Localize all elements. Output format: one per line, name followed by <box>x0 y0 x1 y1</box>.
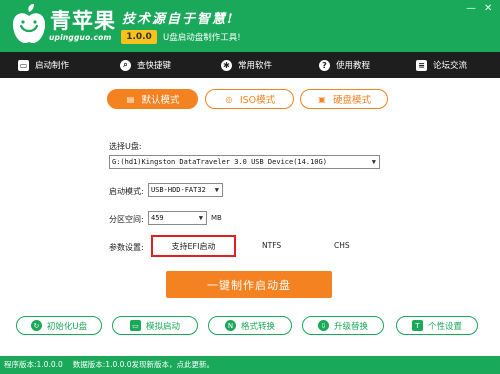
close-button[interactable]: ✕ <box>484 4 492 14</box>
init-usb-button[interactable]: ↻ 初始化U盘 <box>16 316 102 335</box>
apple-logo-icon <box>12 4 46 44</box>
upgrade-replace-button[interactable]: ⇩ 升级替换 <box>302 316 384 335</box>
personalize-button[interactable]: T 个性设置 <box>396 316 478 335</box>
tab-iso-mode[interactable]: ◎ ISO模式 <box>205 89 294 109</box>
data-version: 数据版本:1.0.0.0 <box>72 360 132 369</box>
tool-label: 个性设置 <box>427 321 462 332</box>
shirt-icon: T <box>411 320 423 331</box>
make-boot-disk-button[interactable]: 一键制作启动盘 <box>166 271 332 298</box>
tab-label: 硬盘模式 <box>332 95 371 106</box>
gear-icon: ✱ <box>221 59 232 71</box>
partition-size-select[interactable]: 459 ▼ <box>148 211 207 225</box>
ntfs-option[interactable]: NTFS <box>262 241 281 250</box>
disk-select-value: G:(hd1)Kingston DataTraveler 3.0 USB Dev… <box>112 158 327 166</box>
tool-label: 升级替换 <box>333 321 368 332</box>
tool-label: 模拟启动 <box>145 321 180 332</box>
app-header: 青苹果 upingguo.com 技术源自于智慧! 1.0.0 U盘启动盘制作工… <box>0 0 500 52</box>
disk-select[interactable]: G:(hd1)Kingston DataTraveler 3.0 USB Dev… <box>109 155 380 169</box>
refresh-icon: ↻ <box>30 320 42 331</box>
params-label: 参数设置: <box>109 243 144 252</box>
tab-harddisk-mode[interactable]: ▣ 硬盘模式 <box>300 89 388 109</box>
efi-support-option[interactable]: 支持EFI启动 <box>151 235 236 257</box>
slogan: 技术源自于智慧! <box>122 12 235 27</box>
efi-option-label: 支持EFI启动 <box>171 241 216 251</box>
nav-item-label: 查快捷键 <box>137 61 172 71</box>
boot-mode-label: 启动模式: <box>109 187 144 196</box>
nav-item-boot-make[interactable]: ▭ 启动制作 <box>18 52 69 78</box>
chevron-down-icon: ▼ <box>371 158 376 166</box>
harddisk-icon: ▣ <box>318 94 326 104</box>
tab-label: 默认模式 <box>141 95 180 106</box>
partition-size-value: 459 <box>151 214 164 222</box>
usb-icon: ▤ <box>126 94 135 104</box>
brand-domain: upingguo.com <box>49 33 112 42</box>
partition-label: 分区空间: <box>109 215 144 224</box>
minimize-button[interactable]: — <box>466 4 476 14</box>
chs-option[interactable]: CHS <box>334 241 350 250</box>
boot-mode-value: USB-HDD-FAT32 <box>151 186 206 194</box>
program-version: 程序版本:1.0.0.0 <box>4 360 63 369</box>
boot-mode-select[interactable]: USB-HDD-FAT32 ▼ <box>148 183 223 197</box>
nav-item-label: 使用教程 <box>336 61 371 71</box>
chevron-down-icon: ▼ <box>214 186 219 194</box>
convert-icon: N <box>224 320 236 331</box>
help-icon: ? <box>319 59 330 71</box>
disc-icon: ◎ <box>225 94 233 104</box>
format-convert-button[interactable]: N 格式转换 <box>208 316 292 335</box>
nav-item-tutorial[interactable]: ? 使用教程 <box>319 52 370 78</box>
tab-default-mode[interactable]: ▤ 默认模式 <box>107 89 198 109</box>
nav-item-shortcut-keys[interactable]: ⌕ 查快捷键 <box>120 52 171 78</box>
tool-label: 初始化U盘 <box>46 321 88 332</box>
main-nav: ▭ 启动制作 ⌕ 查快捷键 ✱ 常用软件 ? 使用教程 ≡ 论坛交流 <box>0 52 500 78</box>
usb-icon: ▭ <box>18 59 29 71</box>
update-link[interactable]: 发现新版本，点此更新。 <box>132 360 215 369</box>
chevron-down-icon: ▼ <box>198 214 203 222</box>
partition-unit: MB <box>211 214 222 222</box>
tab-label: ISO模式 <box>239 95 276 106</box>
monitor-icon: ▭ <box>129 320 141 331</box>
status-bar: 程序版本:1.0.0.0 数据版本:1.0.0.0发现新版本，点此更新。 <box>0 356 500 374</box>
version-badge: 1.0.0 <box>121 30 157 44</box>
nav-item-common-software[interactable]: ✱ 常用软件 <box>221 52 272 78</box>
search-icon: ⌕ <box>120 59 131 71</box>
chat-icon: ≡ <box>416 59 427 71</box>
simulate-boot-button[interactable]: ▭ 模拟启动 <box>112 316 198 335</box>
version-description: U盘启动盘制作工具! <box>163 33 241 43</box>
nav-item-label: 论坛交流 <box>433 61 468 71</box>
disk-label: 选择U盘: <box>109 142 142 151</box>
nav-item-label: 常用软件 <box>238 61 273 71</box>
nav-item-forum[interactable]: ≡ 论坛交流 <box>416 52 467 78</box>
nav-item-label: 启动制作 <box>35 61 70 71</box>
brand-title: 青苹果 <box>50 8 116 33</box>
tool-label: 格式转换 <box>240 321 275 332</box>
upgrade-icon: ⇩ <box>317 320 329 331</box>
